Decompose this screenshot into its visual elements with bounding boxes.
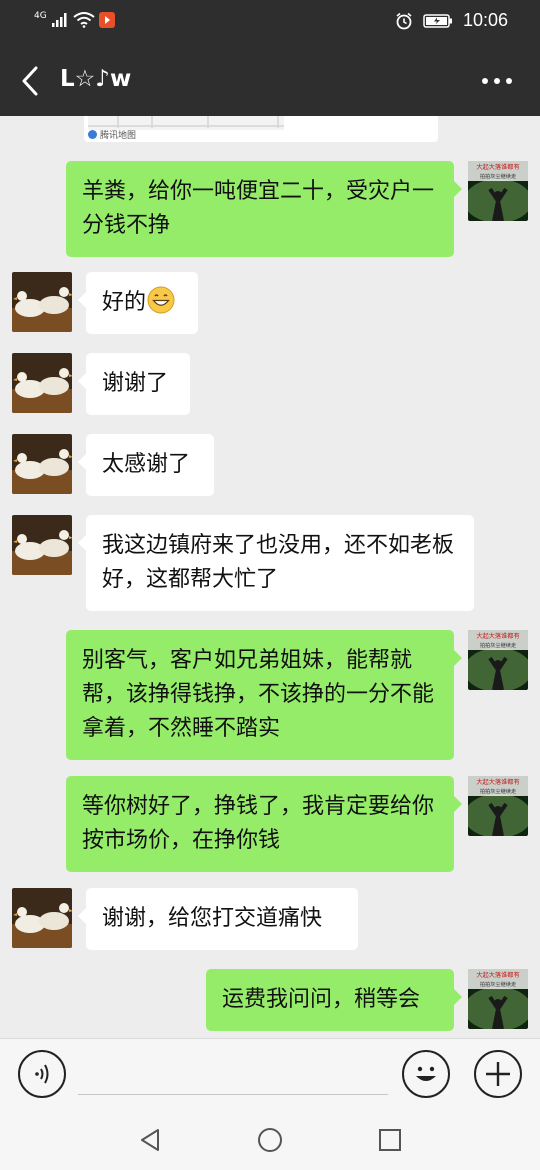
contact-avatar[interactable] <box>12 888 72 948</box>
battery-icon <box>423 13 452 28</box>
message-bubble-in[interactable]: 谢谢，给您打交道痛快 <box>78 888 358 950</box>
nav-home-icon <box>258 1128 282 1152</box>
avatar-caption: 拍拍灰尘继续走 <box>480 980 516 988</box>
message-text: 谢谢，给您打交道痛快 <box>102 906 323 931</box>
nav-home-button[interactable] <box>256 1126 284 1154</box>
chat-title: L☆♪w <box>60 66 132 92</box>
avatar-image <box>12 434 72 494</box>
nav-recents-button[interactable] <box>376 1126 404 1154</box>
avatar-caption: 大起大落谁都有 <box>476 778 519 786</box>
emoji-button[interactable] <box>402 1050 450 1098</box>
map-message-preview[interactable]: 腾讯地图 <box>84 116 438 142</box>
back-arrow-icon <box>22 66 38 96</box>
message-text: 等你树好了，挣钱了，我肯定要给你按市场价，在挣你钱 <box>82 794 435 853</box>
message-text: 我这边镇府来了也没用，还不如老板好，这都帮大忙了 <box>102 533 455 592</box>
input-bar <box>0 1038 540 1108</box>
status-right: 10:06 <box>395 10 508 31</box>
my-avatar[interactable]: 大起大落谁都有 拍拍灰尘继续走 <box>468 161 528 221</box>
emoji-icon <box>416 1066 436 1081</box>
contact-avatar[interactable] <box>12 353 72 413</box>
my-avatar[interactable]: 大起大落谁都有 拍拍灰尘继续走 <box>468 776 528 836</box>
message-text: 谢谢了 <box>102 371 169 396</box>
avatar-image: 大起大落谁都有 拍拍灰尘继续走 <box>468 776 528 836</box>
message-bubble-out[interactable]: 运费我问问，稍等会 <box>206 969 462 1031</box>
map-pin-icon <box>88 130 97 139</box>
alarm-icon <box>396 12 412 29</box>
nav-recents-icon <box>379 1129 401 1151</box>
more-options-icon <box>482 78 512 84</box>
avatar-image: 大起大落谁都有 拍拍灰尘继续走 <box>468 630 528 690</box>
message-bubble-out[interactable]: 等你树好了，挣钱了，我肯定要给你按市场价，在挣你钱 <box>66 776 462 872</box>
message-text: 好的 <box>102 290 147 315</box>
signal-icon <box>51 13 67 27</box>
message-bubble-out[interactable]: 别客气，客户如兄弟姐妹，能帮就帮，该挣得钱挣，不该挣的一分不能拿着，不然睡不踏实 <box>66 630 462 760</box>
avatar-image <box>12 272 72 332</box>
avatar-caption: 拍拍灰尘继续走 <box>480 172 516 180</box>
message-list[interactable]: 腾讯地图 羊粪，给你一吨便宜二十，受灾户一分钱不挣 大起大落谁都有 拍拍灰尘继续… <box>0 116 540 1038</box>
my-avatar[interactable]: 大起大落谁都有 拍拍灰尘继续走 <box>468 969 528 1029</box>
avatar-image: 大起大落谁都有 拍拍灰尘继续走 <box>468 969 528 1029</box>
contact-avatar[interactable] <box>12 434 72 494</box>
clock: 10:06 <box>462 10 508 30</box>
more-functions-button[interactable] <box>474 1050 522 1098</box>
avatar-caption: 大起大落谁都有 <box>476 632 519 640</box>
nav-back-button[interactable] <box>136 1126 164 1154</box>
message-input[interactable] <box>78 1053 388 1095</box>
wifi-icon <box>73 12 95 28</box>
avatar-image <box>12 515 72 575</box>
status-bar: 4G 10:06 <box>0 0 540 46</box>
back-button[interactable] <box>16 62 46 100</box>
app-notification-icon <box>98 12 115 28</box>
nav-back-icon <box>141 1129 159 1151</box>
contact-avatar[interactable] <box>12 272 72 332</box>
message-bubble-in[interactable]: 好的 <box>78 272 198 334</box>
network-type: 4G <box>34 10 47 21</box>
chat-header: L☆♪w <box>0 46 540 116</box>
avatar-caption: 大起大落谁都有 <box>476 163 519 171</box>
message-text: 太感谢了 <box>102 452 191 477</box>
avatar-caption: 拍拍灰尘继续走 <box>480 787 516 795</box>
avatar-image: 大起大落谁都有 拍拍灰尘继续走 <box>468 161 528 221</box>
message-text: 羊粪，给你一吨便宜二十，受灾户一分钱不挣 <box>82 179 435 238</box>
avatar-image <box>12 888 72 948</box>
my-avatar[interactable]: 大起大落谁都有 拍拍灰尘继续走 <box>468 630 528 690</box>
avatar-image <box>12 353 72 413</box>
map-logo: 腾讯地图 <box>88 128 136 141</box>
avatar-caption: 大起大落谁都有 <box>476 971 519 979</box>
message-bubble-out[interactable]: 羊粪，给你一吨便宜二十，受灾户一分钱不挣 <box>66 161 462 257</box>
voice-button[interactable] <box>18 1050 66 1098</box>
status-left: 4G <box>34 10 115 28</box>
map-logo-text: 腾讯地图 <box>100 131 137 141</box>
system-nav-bar <box>0 1108 540 1170</box>
more-options-button[interactable] <box>480 68 514 94</box>
message-bubble-in[interactable]: 谢谢了 <box>78 353 190 415</box>
grinning-face-icon <box>147 286 175 314</box>
message-text: 运费我问问，稍等会 <box>222 987 421 1012</box>
plus-icon <box>486 1062 510 1086</box>
contact-avatar[interactable] <box>12 515 72 575</box>
message-bubble-in[interactable]: 太感谢了 <box>78 434 214 496</box>
message-bubble-in[interactable]: 我这边镇府来了也没用，还不如老板好，这都帮大忙了 <box>78 515 474 611</box>
avatar-caption: 拍拍灰尘继续走 <box>480 641 516 649</box>
voice-icon <box>35 1064 49 1084</box>
message-text: 别客气，客户如兄弟姐妹，能帮就帮，该挣得钱挣，不该挣的一分不能拿着，不然睡不踏实 <box>82 648 435 741</box>
